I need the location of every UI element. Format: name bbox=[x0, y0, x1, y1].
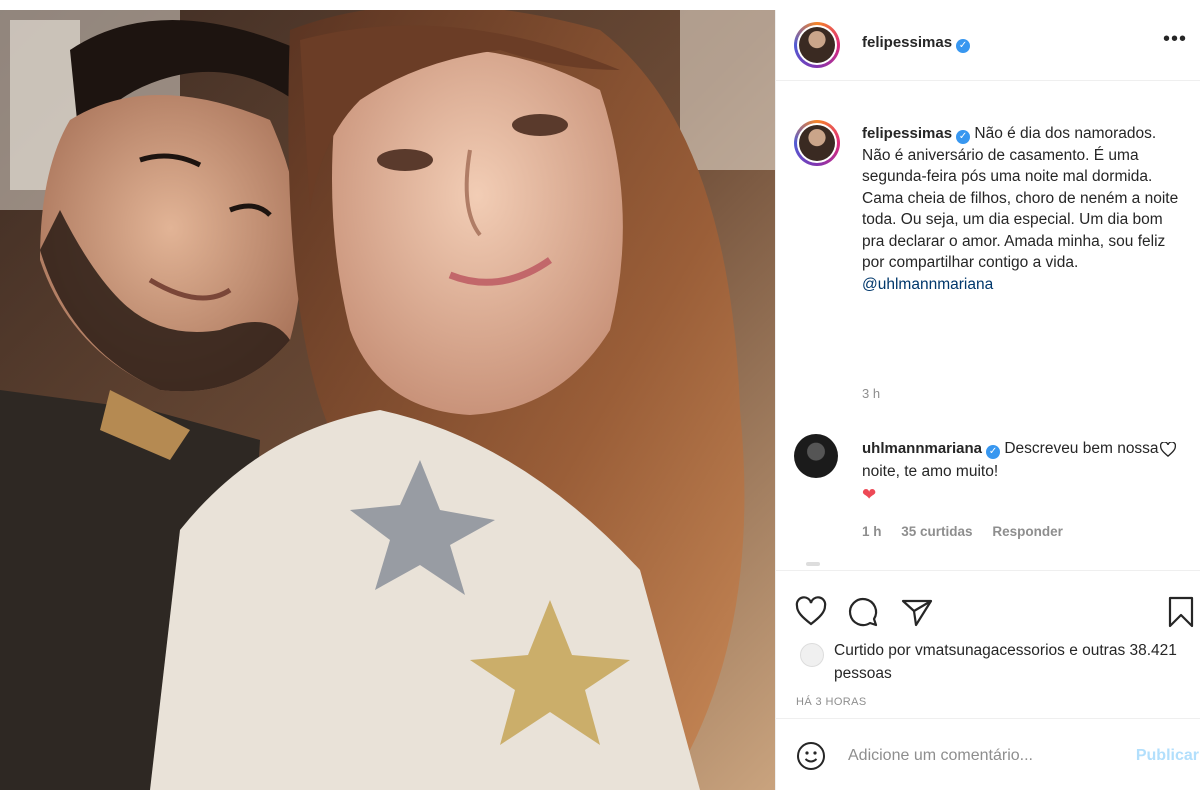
comment-like-heart-icon[interactable] bbox=[1159, 441, 1177, 462]
author-avatar[interactable] bbox=[794, 22, 840, 68]
caption-author-avatar[interactable] bbox=[794, 120, 840, 166]
caption: felipessimas ✓ Não é dia dos namorados. N… bbox=[862, 123, 1182, 295]
more-options-icon[interactable]: ••• bbox=[1163, 29, 1187, 49]
share-icon[interactable] bbox=[900, 595, 934, 629]
post-side-panel: felipessimas ✓ ••• felipessimas ✓ Não é di… bbox=[775, 10, 1200, 790]
post-actions: Curtido por vmatsunagacessorios e outras… bbox=[776, 570, 1200, 731]
caption-text: Não é dia dos namorados. Não é aniversár… bbox=[862, 125, 1179, 271]
post-timestamp[interactable]: HÁ 3 HORAS bbox=[796, 696, 867, 708]
comment-username[interactable]: uhlmannmariana bbox=[862, 440, 982, 457]
likes-summary[interactable]: Curtido por vmatsunagacessorios e outras… bbox=[834, 639, 1200, 685]
comment-avatar[interactable] bbox=[794, 434, 838, 478]
verified-badge-icon: ✓ bbox=[956, 130, 971, 144]
caption-time[interactable]: 3 h bbox=[862, 386, 880, 401]
header-author: felipessimas ✓ bbox=[862, 34, 971, 53]
liker-avatar[interactable] bbox=[800, 643, 824, 667]
comment-meta: 1 h 35 curtidas Responder bbox=[862, 524, 1079, 539]
publish-button[interactable]: Publicar bbox=[1136, 747, 1199, 765]
emoji-icon[interactable] bbox=[796, 741, 826, 776]
post-header: felipessimas ✓ ••• bbox=[776, 10, 1200, 81]
heart-icon[interactable] bbox=[794, 595, 828, 629]
add-comment-bar: Publicar bbox=[776, 718, 1200, 791]
header-username[interactable]: felipessimas bbox=[862, 34, 952, 51]
caption-mention-link[interactable]: @uhlmannmariana bbox=[862, 276, 993, 293]
selfie-illustration bbox=[0, 10, 775, 790]
comment-time[interactable]: 1 h bbox=[862, 524, 882, 539]
caption-username[interactable]: felipessimas bbox=[862, 125, 952, 142]
comment-likes-count[interactable]: 35 curtidas bbox=[901, 524, 972, 539]
comment-icon[interactable] bbox=[846, 595, 880, 629]
bookmark-icon[interactable] bbox=[1166, 595, 1200, 629]
comment-item: uhlmannmariana ✓ Descreveu bem nossa noit… bbox=[862, 437, 1162, 507]
verified-badge-icon: ✓ bbox=[986, 445, 1001, 459]
red-heart-emoji: ❤ bbox=[862, 485, 877, 504]
post-photo[interactable] bbox=[0, 10, 775, 790]
scroll-indicator bbox=[806, 562, 820, 566]
comment-input[interactable] bbox=[848, 747, 1098, 765]
verified-badge-icon: ✓ bbox=[956, 39, 971, 53]
comment-reply-button[interactable]: Responder bbox=[992, 524, 1063, 539]
instagram-post-window: felipessimas ✓ ••• felipessimas ✓ Não é di… bbox=[0, 0, 1200, 800]
